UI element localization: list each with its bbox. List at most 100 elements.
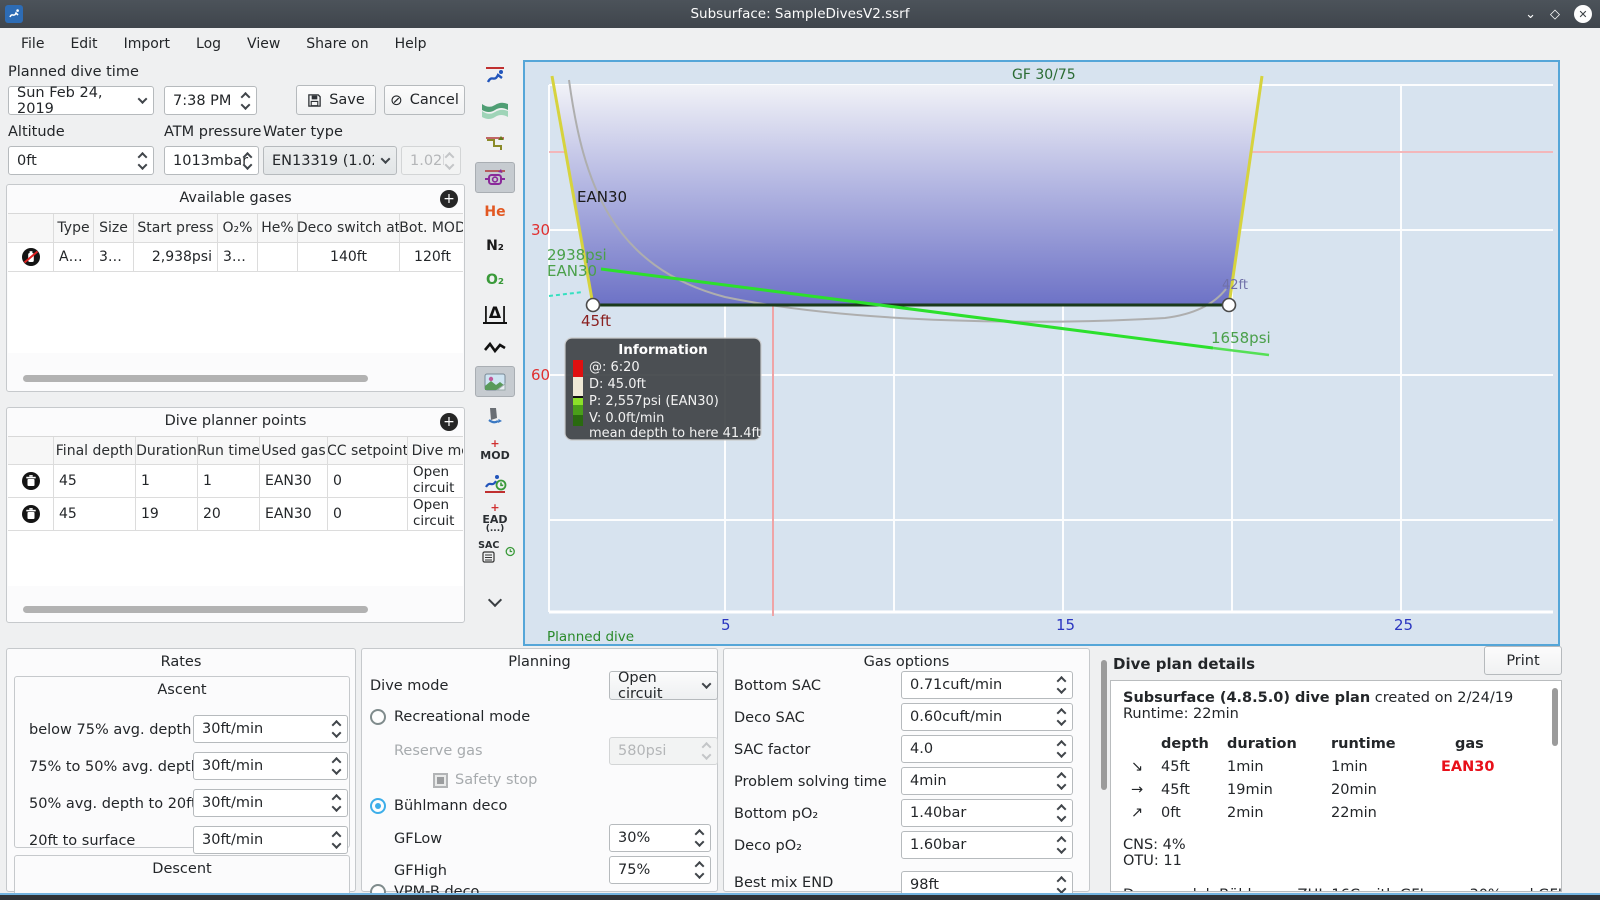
gas-o2[interactable]: 3… <box>218 243 258 271</box>
app-icon <box>5 5 23 23</box>
delete-point-icon[interactable] <box>21 504 41 524</box>
tags-icon[interactable] <box>475 400 515 431</box>
atm-pressure-spinbox[interactable]: 1013mbar <box>164 146 259 175</box>
rate-20ft-surface-spinbox[interactable]: 30ft/min <box>193 826 348 854</box>
safety-stop-label: Safety stop <box>455 772 538 788</box>
altitude-spinbox[interactable]: 0ft <box>8 146 154 175</box>
water-type-combobox[interactable]: EN13319 (1.02k <box>263 146 397 175</box>
mean-depth-end-label: 42ft <box>1222 278 1248 293</box>
heartrate-icon[interactable] <box>475 332 515 363</box>
plan-heading-date: created on 2/24/19 <box>1370 690 1514 706</box>
problem-solving-time-label: Problem solving time <box>734 774 887 790</box>
toolbar-scroll-down-icon[interactable] <box>475 586 515 617</box>
maximize-icon[interactable]: ◇ <box>1550 7 1560 22</box>
planner-points-title: Dive planner points <box>164 413 307 429</box>
pp-used-gas[interactable]: EAN30 <box>260 498 328 530</box>
dive-time-spinbox[interactable]: 7:38 PM <box>164 86 257 115</box>
dive-date-combobox[interactable]: Sun Feb 24, 2019 <box>8 85 154 117</box>
waves-icon[interactable] <box>475 94 515 125</box>
menu-import[interactable]: Import <box>111 31 183 57</box>
pp-dive-mode[interactable]: Open circuit <box>408 465 463 497</box>
photos-icon[interactable] <box>475 366 515 397</box>
menu-view[interactable]: View <box>234 31 293 57</box>
close-icon[interactable]: ✕ <box>1574 5 1592 23</box>
minimize-icon[interactable]: ⌄ <box>1525 7 1536 22</box>
mod-icon[interactable]: + MOD <box>475 434 515 465</box>
descent-title: Descent <box>152 861 212 877</box>
deco-runtime-icon[interactable] <box>475 468 515 499</box>
pp-final-depth[interactable]: 45 <box>54 498 136 530</box>
gases-col-o2: O₂% <box>218 214 258 242</box>
sac-factor-label: SAC factor <box>734 742 811 758</box>
helium-graph-icon[interactable]: He <box>475 196 515 227</box>
planner-points-hscrollbar[interactable] <box>23 606 368 613</box>
recreational-mode-radio[interactable] <box>370 709 386 725</box>
profile-handle-end[interactable] <box>1221 297 1237 313</box>
tissue-delta-icon[interactable]: |Δ| <box>475 298 515 329</box>
sac-factor-spinbox[interactable]: 4.0 <box>901 735 1073 763</box>
gas-bot-mod[interactable]: 120ft <box>400 243 463 271</box>
menu-file[interactable]: File <box>8 31 57 57</box>
pp-cc-setpoint[interactable]: 0 <box>328 465 408 497</box>
planning-panel: Planning Dive mode Open circuit Recreati… <box>361 648 718 900</box>
gas-type[interactable]: A… <box>54 243 94 271</box>
pp-used-gas[interactable]: EAN30 <box>260 465 328 497</box>
ead-icon[interactable]: + EAD (...) <box>475 502 515 534</box>
pp-final-depth[interactable]: 45 <box>54 465 136 497</box>
profile-handle-start[interactable] <box>585 297 601 313</box>
menu-edit[interactable]: Edit <box>57 31 110 57</box>
cancel-button[interactable]: ⊘ Cancel <box>384 85 465 115</box>
gfhigh-spinbox[interactable]: 75% <box>609 856 711 884</box>
add-point-button[interactable]: + <box>440 413 458 431</box>
gfhigh-label: GFHigh <box>394 863 447 879</box>
rate-label: 75% to 50% avg. depth <box>29 759 200 775</box>
pp-run-time[interactable]: 20 <box>198 498 260 530</box>
deco-sac-spinbox[interactable]: 0.60cuft/min <box>901 703 1073 731</box>
gases-hscrollbar[interactable] <box>23 375 368 382</box>
buhlmann-deco-radio[interactable] <box>370 798 386 814</box>
details-vscrollbar[interactable] <box>1101 660 1107 790</box>
dive-mode-combobox[interactable]: Open circuit <box>609 670 718 702</box>
rate-below75-spinbox[interactable]: 30ft/min <box>193 715 348 743</box>
nitrogen-graph-icon[interactable]: N₂ <box>475 230 515 261</box>
rate-75to50-spinbox[interactable]: 30ft/min <box>193 752 348 780</box>
rate-50to20ft-spinbox[interactable]: 30ft/min <box>193 789 348 817</box>
print-button[interactable]: Print <box>1484 646 1562 675</box>
bottom-po2-spinbox[interactable]: 1.40bar <box>901 799 1073 827</box>
water-type-value: EN13319 (1.02k <box>272 152 374 169</box>
gas-he[interactable] <box>258 243 298 271</box>
delete-point-icon[interactable] <box>21 471 41 491</box>
pp-run-time[interactable]: 1 <box>198 465 260 497</box>
menu-share-on[interactable]: Share on <box>293 31 381 57</box>
gflow-spinbox[interactable]: 30% <box>609 824 711 852</box>
depth-area-fill <box>552 85 1261 305</box>
gas-change-icon[interactable] <box>475 162 515 193</box>
deco-po2-spinbox[interactable]: 1.60bar <box>901 831 1073 859</box>
pp-duration[interactable]: 1 <box>136 465 198 497</box>
planner-point-row: 45 1 1 EAN30 0 Open circuit <box>8 465 463 498</box>
gas-deco-switch[interactable]: 140ft <box>298 243 400 271</box>
pp-duration[interactable]: 19 <box>136 498 198 530</box>
sac-icon[interactable]: SAC <box>475 536 515 567</box>
tooltip-title: Information <box>618 342 708 358</box>
oxygen-graph-icon[interactable]: O₂ <box>475 264 515 295</box>
menu-log[interactable]: Log <box>183 31 234 57</box>
gas-size[interactable]: 3… <box>94 243 134 271</box>
remove-gas-cylinder-icon[interactable] <box>21 247 41 267</box>
menu-help[interactable]: Help <box>382 31 440 57</box>
pp-dive-mode[interactable]: Open circuit <box>408 498 463 530</box>
pp-cc-setpoint[interactable]: 0 <box>328 498 408 530</box>
dive-profile-icon[interactable] <box>475 60 515 91</box>
rate-label: 50% avg. depth to 20ft <box>29 796 197 812</box>
plan-text-vscrollbar[interactable] <box>1552 688 1558 746</box>
tooltip-colorbar <box>573 360 583 426</box>
available-gases-panel: Available gases + Type Size Start press … <box>6 184 465 392</box>
problem-solving-time-spinbox[interactable]: 4min <box>901 767 1073 795</box>
gas-start-press[interactable]: 2,938psi <box>134 243 218 271</box>
save-button[interactable]: Save <box>296 85 376 115</box>
ceiling-icon[interactable] <box>475 128 515 159</box>
atm-pressure-label: ATM pressure <box>164 124 262 140</box>
add-gas-button[interactable]: + <box>440 190 458 208</box>
bottom-sac-spinbox[interactable]: 0.71cuft/min <box>901 671 1073 699</box>
gases-col-type: Type <box>54 214 94 242</box>
